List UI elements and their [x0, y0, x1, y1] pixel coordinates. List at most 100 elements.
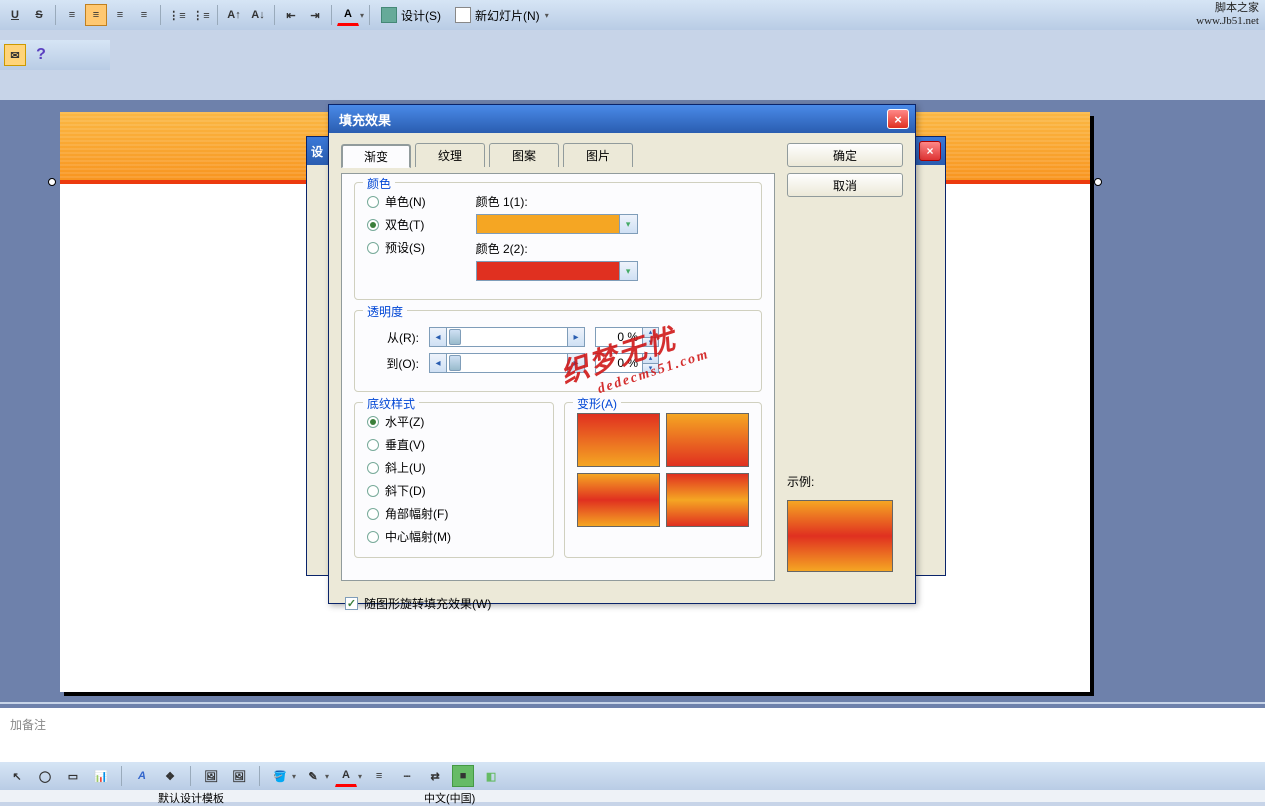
- to-slider-left[interactable]: ◂: [429, 353, 447, 373]
- design-button[interactable]: 设计(S): [375, 5, 447, 26]
- to-spin-down[interactable]: ▾: [642, 364, 658, 373]
- selection-handle-right[interactable]: [1094, 178, 1102, 186]
- font-color-button-2[interactable]: A▾: [335, 765, 362, 787]
- rect-icon[interactable]: ▭: [62, 765, 84, 787]
- from-spin-down[interactable]: ▾: [642, 338, 658, 347]
- watermark-url: www.Jb51.net: [1196, 15, 1259, 28]
- tabs: 渐变 纹理 图案 图片: [341, 143, 775, 167]
- behind-title: 设: [311, 143, 323, 160]
- color1-dropdown[interactable]: ▾: [476, 214, 638, 234]
- radio-preset[interactable]: 预设(S): [367, 239, 426, 256]
- numbered-list-button[interactable]: ⋮≡: [166, 4, 188, 26]
- color2-swatch: [476, 261, 620, 281]
- close-button[interactable]: ×: [887, 109, 909, 129]
- dialog-titlebar[interactable]: 填充效果 ×: [329, 105, 915, 133]
- radio-center[interactable]: 中心幅射(M): [367, 528, 541, 545]
- tab-texture[interactable]: 纹理: [415, 143, 485, 167]
- ok-button[interactable]: 确定: [787, 143, 903, 167]
- align-center-button[interactable]: ≡: [85, 4, 107, 26]
- from-slider-left[interactable]: ◂: [429, 327, 447, 347]
- radio-horizontal[interactable]: 水平(Z): [367, 413, 541, 430]
- from-spin-up[interactable]: ▴: [642, 328, 658, 338]
- shading-legend: 底纹样式: [363, 395, 419, 412]
- line-weight-icon[interactable]: ≡: [368, 765, 390, 787]
- from-slider-right[interactable]: ▸: [567, 327, 585, 347]
- insert-clipart-icon[interactable]: 🖼: [228, 765, 250, 787]
- shadow-icon[interactable]: ■: [452, 765, 474, 787]
- 3d-icon[interactable]: ◧: [480, 765, 502, 787]
- radio-corner-label: 角部幅射(F): [385, 505, 448, 522]
- select-icon[interactable]: ↖: [6, 765, 28, 787]
- radio-single-label: 单色(N): [385, 193, 426, 210]
- to-spin-up[interactable]: ▴: [642, 354, 658, 364]
- arrow-style-icon[interactable]: ⇄: [424, 765, 446, 787]
- to-slider-thumb[interactable]: [449, 355, 461, 371]
- radio-vertical[interactable]: 垂直(V): [367, 436, 541, 453]
- variant-4[interactable]: [666, 473, 749, 527]
- indent-button[interactable]: ⇥: [304, 4, 326, 26]
- color1-label: 颜色 1(1):: [476, 193, 638, 210]
- variant-3[interactable]: [577, 473, 660, 527]
- color2-dropdown[interactable]: ▾: [476, 261, 638, 281]
- close-button-behind[interactable]: ×: [919, 141, 941, 161]
- from-slider[interactable]: ◂ ▸: [429, 327, 585, 347]
- to-slider[interactable]: ◂ ▸: [429, 353, 585, 373]
- radio-two-color[interactable]: 双色(T): [367, 216, 426, 233]
- line-color-button[interactable]: ✎▾: [302, 765, 329, 787]
- variant-1[interactable]: [577, 413, 660, 467]
- color2-arrow[interactable]: ▾: [620, 261, 638, 281]
- from-label: 从(R):: [367, 329, 419, 346]
- mail-icon[interactable]: ✉: [4, 44, 26, 66]
- radio-diag-down[interactable]: 斜下(D): [367, 482, 541, 499]
- tab-pattern[interactable]: 图案: [489, 143, 559, 167]
- new-slide-button[interactable]: 新幻灯片(N)▾: [449, 5, 555, 26]
- variant-2[interactable]: [666, 413, 749, 467]
- design-label: 设计(S): [401, 7, 441, 24]
- secondary-toolbar: ✉ ?: [0, 40, 110, 70]
- tab-gradient[interactable]: 渐变: [341, 144, 411, 168]
- help-button[interactable]: ?: [30, 44, 52, 66]
- wordart-icon[interactable]: A: [131, 765, 153, 787]
- rotate-checkbox[interactable]: ✓: [345, 597, 358, 610]
- to-slider-right[interactable]: ▸: [567, 353, 585, 373]
- bullet-list-button[interactable]: ⋮≡: [190, 4, 212, 26]
- to-spinner[interactable]: 0 % ▴▾: [595, 353, 659, 373]
- radio-h-label: 水平(Z): [385, 413, 424, 430]
- color1-arrow[interactable]: ▾: [620, 214, 638, 234]
- radio-single-color[interactable]: 单色(N): [367, 193, 426, 210]
- sample-label: 示例:: [787, 473, 903, 490]
- radio-corner[interactable]: 角部幅射(F): [367, 505, 541, 522]
- cancel-button[interactable]: 取消: [787, 173, 903, 197]
- notes-placeholder: 加备注: [10, 718, 46, 732]
- align-right-button[interactable]: ≡: [109, 4, 131, 26]
- insert-picture-icon[interactable]: 🖼: [200, 765, 222, 787]
- dash-style-icon[interactable]: ┄: [396, 765, 418, 787]
- dialog-title: 填充效果: [339, 110, 391, 129]
- separator: [369, 5, 370, 25]
- notes-pane[interactable]: 加备注: [0, 704, 1265, 762]
- chart-icon[interactable]: 📊: [90, 765, 112, 787]
- formatting-toolbar: U S ≡ ≡ ≡ ≡ ⋮≡ ⋮≡ A↑ A↓ ⇤ ⇥ A▾ 设计(S) 新幻灯…: [0, 0, 1265, 30]
- selection-handle-left[interactable]: [48, 178, 56, 186]
- align-left-button[interactable]: ≡: [61, 4, 83, 26]
- fill-color-button[interactable]: 🪣▾: [269, 765, 296, 787]
- variants-legend: 变形(A): [573, 395, 621, 412]
- diagram-icon[interactable]: ❖: [159, 765, 181, 787]
- align-justify-button[interactable]: ≡: [133, 4, 155, 26]
- from-spinner[interactable]: 0 % ▴▾: [595, 327, 659, 347]
- from-slider-thumb[interactable]: [449, 329, 461, 345]
- font-color-button[interactable]: A▾: [337, 4, 364, 26]
- radio-diag-up[interactable]: 斜上(U): [367, 459, 541, 476]
- font-increase-button[interactable]: A↑: [223, 4, 245, 26]
- font-decrease-button[interactable]: A↓: [247, 4, 269, 26]
- underline-button[interactable]: U: [4, 4, 26, 26]
- strikethrough-button[interactable]: S: [28, 4, 50, 26]
- design-icon: [381, 7, 397, 23]
- tab-picture[interactable]: 图片: [563, 143, 633, 167]
- rotate-checkbox-row[interactable]: ✓ 随图形旋转填充效果(W): [329, 591, 915, 622]
- radio-two-label: 双色(T): [385, 216, 424, 233]
- transparency-group: 透明度 从(R): ◂ ▸ 0 % ▴▾: [354, 310, 762, 392]
- outdent-button[interactable]: ⇤: [280, 4, 302, 26]
- oval-icon[interactable]: ◯: [34, 765, 56, 787]
- from-value: 0 %: [596, 328, 642, 346]
